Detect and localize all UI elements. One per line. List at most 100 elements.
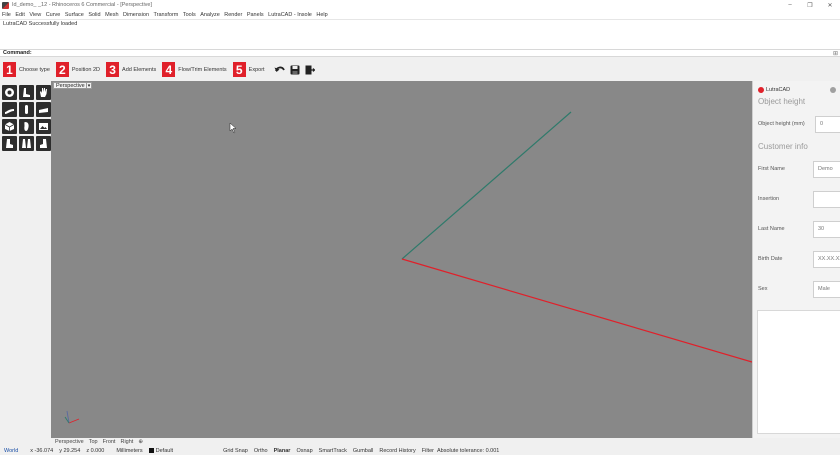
menu-render[interactable]: Render (224, 12, 242, 18)
exit-icon[interactable] (304, 64, 316, 76)
menu-edit[interactable]: Edit (15, 12, 24, 18)
section-customer-info: Customer info (758, 142, 808, 151)
field-object-height: Object height (mm) 0 (758, 109, 840, 139)
menu-lutracad-insole[interactable]: LutraCAD - Insole (268, 12, 312, 18)
field-label: First Name (758, 166, 785, 172)
step-number-1: 1 (3, 62, 16, 77)
red-axis-line (401, 258, 752, 363)
viewport-title[interactable]: Perspective (53, 82, 88, 89)
menu-transform[interactable]: Transform (154, 12, 179, 18)
lutracad-logo-icon (758, 86, 764, 93)
box-icon[interactable] (2, 119, 17, 134)
step-label: Choose type (19, 66, 50, 73)
save-icon[interactable] (289, 64, 301, 76)
toggle-grid-snap[interactable]: Grid Snap (223, 448, 248, 454)
boot-right-icon[interactable] (36, 136, 51, 151)
toggle-ortho[interactable]: Ortho (254, 448, 268, 454)
field-label: Last Name (758, 226, 785, 232)
field-insertion: Insertion (758, 184, 840, 214)
command-label: Command: (3, 50, 32, 56)
insole-heel-icon[interactable] (2, 102, 17, 117)
tab-front[interactable]: Front (103, 439, 116, 445)
insole-front-icon[interactable] (19, 102, 34, 117)
status-bar: World x -36.074 y 29.254 z 0.000 Millime… (0, 446, 840, 455)
menu-dimension[interactable]: Dimension (123, 12, 149, 18)
foot-side-icon[interactable] (19, 85, 34, 100)
section-object-height: Object height (758, 97, 806, 106)
step-flow-trim-button[interactable]: 4 Flow/Trim Elements (162, 62, 227, 77)
field-sex: Sex Male (758, 274, 840, 304)
boot-left-icon[interactable] (2, 136, 17, 151)
field-label: Birth Date (758, 256, 783, 262)
toggle-planar[interactable]: Planar (274, 448, 291, 454)
menu-panels[interactable]: Panels (247, 12, 264, 18)
minimize-button[interactable]: – (780, 0, 800, 10)
viewport-canvas (64, 111, 752, 424)
green-axis-line (401, 111, 572, 260)
step-label: Flow/Trim Elements (178, 66, 227, 73)
menu-analyze[interactable]: Analyze (200, 12, 220, 18)
layer-indicator[interactable]: Default (148, 447, 174, 454)
tolerance-text: Absolute tolerance: 0.001 (436, 447, 500, 454)
close-button[interactable]: ✕ (820, 0, 840, 10)
add-viewport-icon[interactable]: ⊕ (138, 439, 143, 445)
hand-icon[interactable] (36, 85, 51, 100)
step-label: Export (248, 66, 265, 73)
menu-solid[interactable]: Solid (88, 12, 100, 18)
toggle-filter[interactable]: Filter (422, 448, 434, 454)
toggle-gumball[interactable]: Gumball (353, 448, 373, 454)
step-export-button[interactable]: 5 Export (232, 62, 265, 77)
layer-name: Default (155, 447, 174, 454)
undo-icon[interactable] (274, 64, 286, 76)
panel-settings-icon[interactable] (830, 87, 836, 93)
toggle-smarttrack[interactable]: SmartTrack (319, 448, 347, 454)
insole-flat-icon[interactable] (36, 102, 51, 117)
panel-title: LutraCAD (766, 86, 791, 93)
cplane-indicator[interactable]: World (4, 448, 18, 454)
tab-right[interactable]: Right (120, 439, 133, 445)
insole-top-icon[interactable] (19, 119, 34, 134)
viewport-tabs: Perspective Top Front Right ⊕ (0, 438, 840, 446)
step-position-2d-button[interactable]: 2 Position 2D (55, 62, 101, 77)
field-birth-date: Birth Date XX.XX.XXXX (758, 244, 840, 274)
toggle-record-history[interactable]: Record History (379, 448, 415, 454)
sex-select[interactable]: Male (813, 280, 840, 298)
toggle-osnap[interactable]: Osnap (296, 448, 312, 454)
foot-scan-icon[interactable] (2, 85, 17, 100)
menu-file[interactable]: File (2, 12, 11, 18)
menu-mesh[interactable]: Mesh (105, 12, 118, 18)
birth-date-input[interactable]: XX.XX.XXXX (813, 250, 840, 268)
viewport-dropdown-icon[interactable]: ▾ (86, 82, 92, 89)
menu-view[interactable]: View (29, 12, 41, 18)
command-expand-icon[interactable]: ⊞ (833, 50, 838, 57)
menu-tools[interactable]: Tools (183, 12, 196, 18)
tab-top[interactable]: Top (89, 439, 98, 445)
command-history-line: LutraCAD Successfully loaded (3, 21, 78, 27)
insertion-input[interactable] (813, 190, 840, 208)
step-choose-type-button[interactable]: 1 Choose type (3, 62, 50, 77)
units-indicator[interactable]: Millimeters (116, 448, 142, 454)
command-history: LutraCAD Successfully loaded (0, 19, 840, 49)
command-line: Command: ⊞ (0, 49, 840, 57)
menu-curve[interactable]: Curve (46, 12, 61, 18)
menu-surface[interactable]: Surface (65, 12, 84, 18)
step-add-elements-button[interactable]: 3 Add Elements (106, 62, 156, 77)
restore-button[interactable]: ❐ (800, 0, 820, 10)
command-input[interactable] (33, 50, 840, 56)
notes-area[interactable] (757, 310, 840, 434)
tab-perspective[interactable]: Perspective (55, 439, 84, 445)
image-icon[interactable] (36, 119, 51, 134)
last-name-input[interactable]: 30 (813, 220, 840, 238)
menu-help[interactable]: Help (316, 12, 327, 18)
step-number-5: 5 (232, 62, 246, 77)
field-label: Sex (758, 286, 768, 292)
feet-pair-icon[interactable] (19, 136, 34, 151)
left-tool-palette (0, 81, 51, 438)
step-number-2: 2 (55, 62, 69, 77)
step-label: Position 2D (71, 66, 101, 73)
first-name-input[interactable]: Demo (813, 160, 840, 178)
lutracad-panel: LutraCAD Object height Object height (mm… (752, 81, 840, 438)
object-height-input[interactable]: 0 (815, 115, 840, 133)
field-label: Insertion (758, 196, 780, 202)
perspective-viewport[interactable]: Perspective ▾ (51, 81, 752, 438)
